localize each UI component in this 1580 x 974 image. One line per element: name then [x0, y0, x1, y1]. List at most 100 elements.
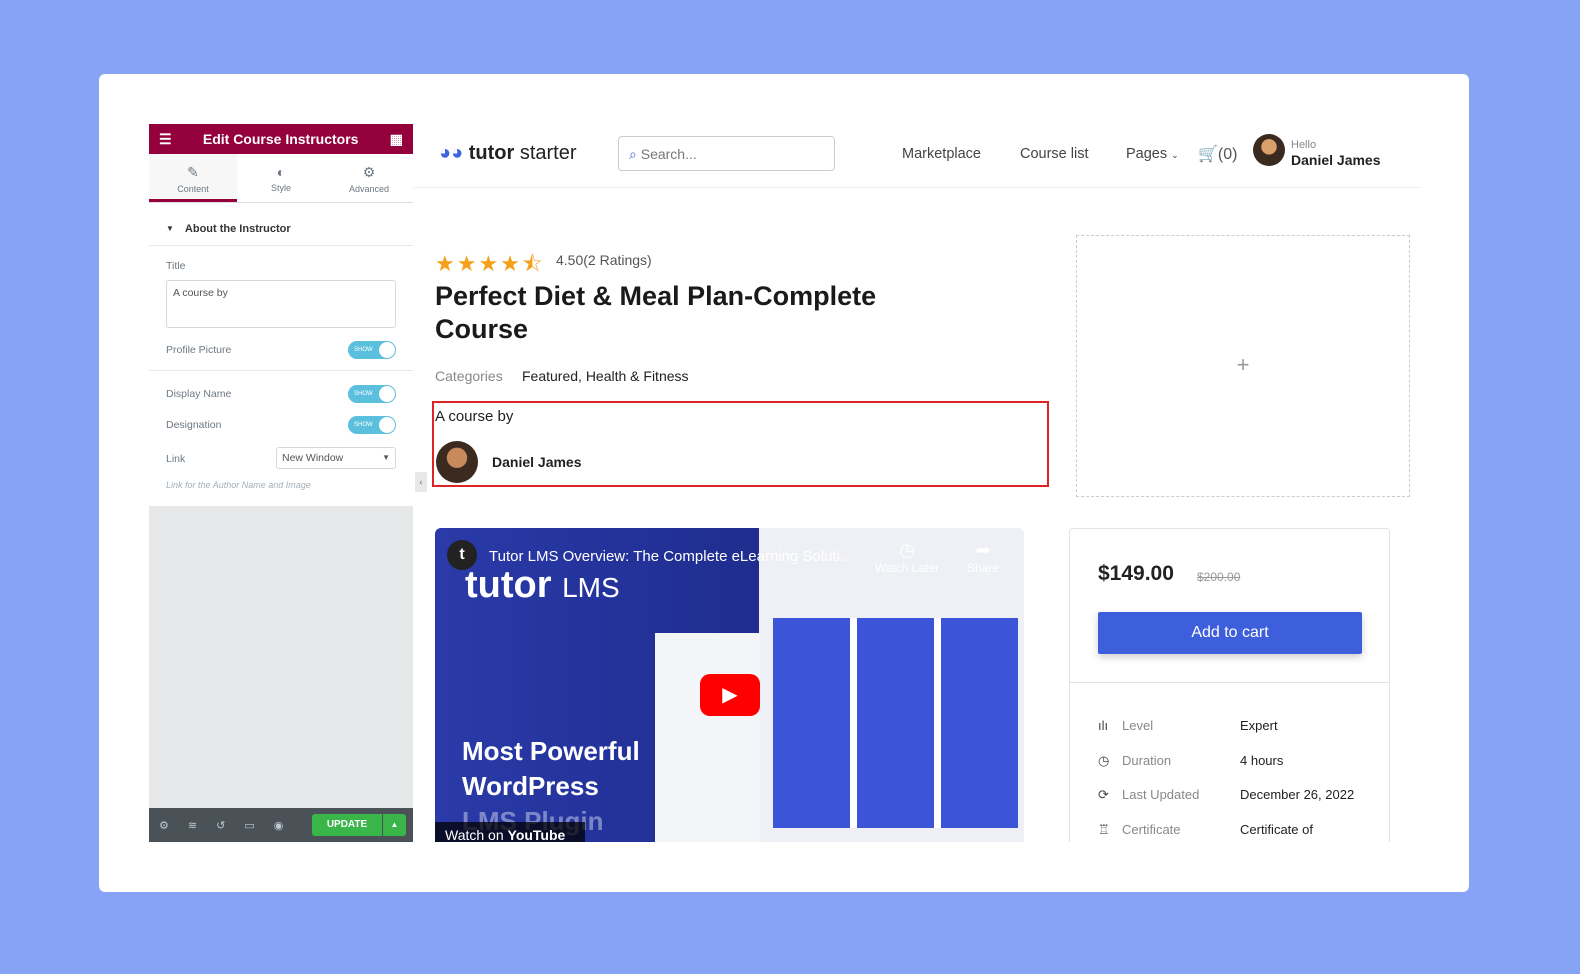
pencil-icon: ✎	[187, 164, 199, 180]
profile-picture-toggle[interactable]: SHOW	[348, 341, 396, 359]
instructor-avatar	[436, 441, 478, 483]
gear-icon: ⚙	[362, 164, 376, 180]
search-input[interactable]: ⌕ Search...	[618, 136, 835, 171]
link-hint: Link for the Author Name and Image	[166, 480, 311, 490]
owl-logo-icon: ◕◕	[439, 142, 469, 164]
cart-icon: 🛒	[1198, 146, 1218, 163]
divider	[149, 370, 413, 371]
price: $149.00	[1098, 562, 1174, 585]
nav-pages-label: Pages	[1126, 146, 1168, 162]
brand2: LMS	[562, 572, 620, 603]
profile-picture-label: Profile Picture	[166, 344, 232, 356]
designation-label: Designation	[166, 419, 222, 431]
section-about-instructor[interactable]: ▼ About the Instructor	[149, 212, 413, 246]
tutor-lms-logo: tutor LMS	[465, 564, 620, 607]
dropdown-arrow-icon: ▼	[382, 453, 390, 462]
apps-grid-icon[interactable]: ▦	[390, 131, 403, 148]
search-placeholder: Search...	[640, 146, 697, 162]
section-label: About the Instructor	[184, 222, 291, 235]
caret-down-icon: ▼	[166, 224, 174, 233]
update-button[interactable]: UPDATE	[312, 814, 382, 836]
editor-header: ☰ Edit Course Instructors ▦	[149, 124, 413, 154]
watch-later-label: Watch Later	[875, 561, 940, 575]
video-thumb-dashboard	[655, 633, 760, 842]
link-label: Link	[166, 453, 186, 465]
link-select[interactable]: New Window ▼	[276, 447, 396, 469]
editor-title: Edit Course Instructors	[202, 131, 359, 147]
old-price: $200.00	[1197, 570, 1241, 584]
share-label: Share	[967, 561, 1000, 575]
layers-icon[interactable]: ≋	[188, 819, 197, 832]
youtube-play-button[interactable]: ▶	[700, 674, 760, 716]
cart-button[interactable]: 🛒(0)	[1198, 144, 1237, 164]
nav-marketplace[interactable]: Marketplace	[902, 146, 981, 162]
rating-text: 4.50(2 Ratings)	[556, 252, 652, 268]
preview-eye-icon[interactable]: ◉	[274, 819, 284, 832]
meta-label: Duration	[1122, 752, 1172, 768]
tab-content[interactable]: ✎ Content	[149, 154, 237, 202]
watch-on-label: Watch on	[445, 827, 504, 842]
editor-footer: ⚙ ≋ ↺ ▭ ◉ UPDATE ▲	[149, 808, 413, 842]
youtube-logo: YouTube	[507, 827, 566, 842]
responsive-icon[interactable]: ▭	[244, 819, 254, 832]
tab-advanced[interactable]: ⚙ Advanced	[325, 154, 413, 202]
certificate-icon: ♖	[1098, 821, 1110, 837]
categories-label: Categories	[435, 368, 503, 384]
collapse-panel-handle[interactable]: ‹	[415, 472, 427, 492]
add-widget-placeholder[interactable]: +	[1076, 235, 1410, 497]
half-star-icon: ⯪	[521, 251, 545, 276]
nav-pages[interactable]: Pages ⌄	[1126, 146, 1179, 162]
video-embed[interactable]: t Tutor LMS Overview: The Complete eLear…	[435, 528, 1024, 842]
headline-line: Most Powerful	[462, 736, 640, 766]
categories-value[interactable]: Featured, Health & Fitness	[522, 368, 689, 384]
panel-empty-area	[149, 506, 413, 808]
settings-icon[interactable]: ⚙	[159, 819, 169, 832]
cart-count: (0)	[1217, 146, 1238, 163]
watch-later-button[interactable]: ◷ Watch Later	[875, 540, 939, 575]
video-title[interactable]: Tutor LMS Overview: The Complete eLearni…	[489, 548, 853, 565]
meta-label: Certificate	[1122, 821, 1181, 837]
user-name[interactable]: Daniel James	[1291, 152, 1381, 168]
meta-level: ılı Level Expert	[1098, 709, 1360, 744]
nav-course-list[interactable]: Course list	[1020, 146, 1089, 162]
clock-icon: ◷	[1098, 752, 1110, 768]
meta-value: Certificate of completion	[1240, 821, 1313, 837]
user-avatar[interactable]	[1253, 134, 1285, 166]
instructor-title: A course by	[435, 408, 514, 425]
tab-style[interactable]: ◐ Style	[237, 154, 325, 202]
meta-value: December 26, 2022	[1240, 787, 1355, 802]
title-label: Title	[166, 260, 186, 272]
link-value: New Window	[282, 452, 344, 464]
tab-label: Style	[270, 183, 291, 193]
add-to-cart-button[interactable]: Add to cart	[1098, 612, 1362, 654]
level-bars-icon: ılı	[1098, 718, 1109, 733]
meta-label: Level	[1122, 718, 1154, 733]
chevron-down-icon: ⌄	[1171, 150, 1179, 160]
tab-label: Advanced	[348, 184, 390, 194]
tab-label: Content	[177, 184, 209, 194]
course-title: Perfect Diet & Meal Plan-Complete Course	[435, 281, 877, 344]
meta-certificate: ♖ Certificate Certificate of completion	[1098, 813, 1360, 843]
instructor-name[interactable]: Daniel James	[492, 454, 582, 470]
update-options-button[interactable]: ▲	[383, 814, 406, 836]
designation-toggle[interactable]: SHOW	[348, 416, 396, 434]
logo-text: tutor	[468, 142, 515, 164]
editor-panel: ☰ Edit Course Instructors ▦ ✎ Content ◐ St…	[149, 124, 413, 842]
site-logo[interactable]: ◕◕ tutor starter	[439, 142, 577, 165]
search-icon: ⌕	[629, 146, 641, 162]
half-circle-icon: ◐	[276, 164, 286, 180]
site-header: ◕◕ tutor starter ⌕ Search... Marketplace…	[413, 124, 1420, 188]
meta-value: Expert	[1240, 718, 1278, 733]
history-icon[interactable]: ↺	[216, 819, 225, 832]
share-button[interactable]: ➦ Share	[967, 540, 999, 575]
watch-on-youtube[interactable]: Watch on YouTube	[435, 822, 585, 842]
brand: tutor	[465, 564, 552, 606]
display-name-toggle[interactable]: SHOW	[348, 385, 396, 403]
refresh-icon: ⟳	[1098, 787, 1109, 802]
title-textarea[interactable]: A course by	[166, 280, 396, 328]
clock-icon: ◷	[899, 540, 915, 560]
hamburger-icon[interactable]: ☰	[159, 131, 172, 148]
hello-text: Hello	[1291, 139, 1317, 151]
divider	[1070, 682, 1389, 683]
instructor-widget[interactable]: A course by Daniel James	[432, 401, 1049, 487]
